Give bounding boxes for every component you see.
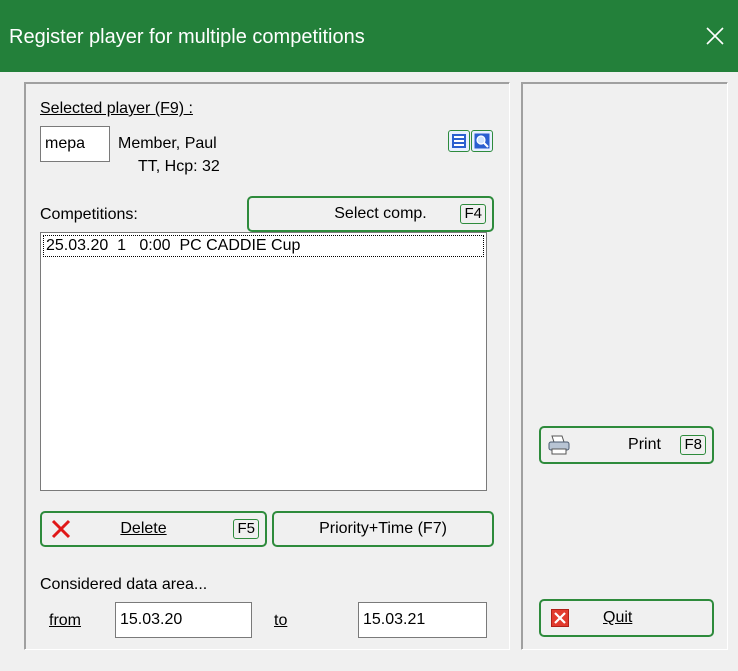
player-code-input[interactable]: mepa <box>40 126 110 162</box>
card-list-icon <box>452 134 466 148</box>
player-details: TT, Hcp: 32 <box>138 158 220 175</box>
print-shortcut: F8 <box>680 435 706 455</box>
quit-label: Quit <box>603 609 633 626</box>
delete-label: Delete <box>120 520 167 537</box>
quit-icon <box>551 609 569 627</box>
red-x-icon <box>51 519 71 539</box>
side-panel <box>521 82 728 650</box>
delete-button[interactable]: Delete F5 <box>40 511 267 547</box>
print-label: Print <box>628 436 661 453</box>
selected-player-label: Selected player (F9) : <box>40 100 193 118</box>
delete-shortcut: F5 <box>233 519 259 539</box>
select-comp-shortcut: F4 <box>460 204 486 224</box>
printer-icon <box>548 435 570 455</box>
from-date-input[interactable]: 15.03.20 <box>115 602 252 638</box>
close-icon <box>706 27 724 45</box>
list-item[interactable]: 25.03.20 1 0:00 PC CADDIE Cup <box>43 235 484 257</box>
print-button[interactable]: Print F8 <box>539 426 714 464</box>
selected-player-label-text: Selected player (F9) : <box>40 100 193 117</box>
priority-time-label: Priority+Time (F7) <box>319 520 447 537</box>
close-button[interactable] <box>692 0 738 72</box>
title-bar: Register player for multiple competition… <box>0 0 738 72</box>
data-area-label: Considered data area... <box>40 576 208 593</box>
player-name: Member, Paul <box>118 135 217 152</box>
magnifier-icon <box>474 133 490 149</box>
from-label: from <box>49 612 81 629</box>
player-record-button[interactable] <box>448 130 470 152</box>
player-search-button[interactable] <box>471 130 493 152</box>
dialog-window: Register player for multiple competition… <box>0 0 738 671</box>
select-comp-button[interactable]: Select comp. F4 <box>247 196 494 232</box>
window-title: Register player for multiple competition… <box>9 26 365 48</box>
select-comp-label: Select comp. <box>334 205 427 222</box>
to-label: to <box>274 612 288 629</box>
priority-time-button[interactable]: Priority+Time (F7) <box>272 511 494 547</box>
quit-button[interactable]: Quit <box>539 599 714 637</box>
competitions-list[interactable]: 25.03.20 1 0:00 PC CADDIE Cup <box>40 232 487 491</box>
to-date-input[interactable]: 15.03.21 <box>358 602 487 638</box>
competitions-label: Competitions: <box>40 206 138 223</box>
